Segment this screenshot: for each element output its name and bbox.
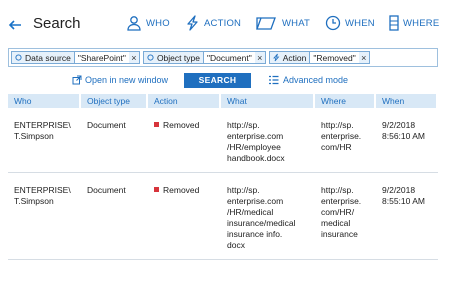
- cell-action: Removed: [148, 173, 221, 260]
- clock-icon: [325, 15, 341, 31]
- nav-when[interactable]: WHEN: [325, 15, 375, 31]
- nav-where-label: WHERE: [403, 17, 440, 29]
- nav-when-label: WHEN: [345, 17, 375, 29]
- nav-who[interactable]: WHO: [126, 15, 170, 31]
- table-header-row: Who Object type Action What Where When: [8, 94, 438, 108]
- column-header-who[interactable]: Who: [8, 94, 81, 108]
- remove-filter-icon[interactable]: ×: [255, 53, 265, 63]
- cell-who: ENTERPRISE\ T.Simpson: [8, 173, 81, 260]
- cell-where: http://sp. enterprise. com/HR/ medical i…: [315, 173, 376, 260]
- cell-who: ENTERPRISE\ T.Simpson: [8, 108, 81, 173]
- filter-field: Data source: [12, 52, 74, 63]
- cell-object-type: Document: [81, 108, 148, 173]
- cell-what: http://sp. enterprise.com /HR/employee h…: [221, 108, 315, 173]
- filter-value: "SharePoint": [73, 52, 129, 63]
- filter-circle-icon: [15, 54, 22, 61]
- filter-bar[interactable]: Data source "SharePoint" × Object type "…: [8, 48, 438, 67]
- filter-field-label: Data source: [25, 52, 71, 63]
- column-header-where[interactable]: Where: [315, 94, 376, 108]
- cell-where: http://sp. enterprise. com/HR: [315, 108, 376, 173]
- top-bar: Search WHO ACTION WHAT WHEN WHERE: [0, 0, 450, 42]
- advanced-mode-label: Advanced mode: [283, 75, 349, 85]
- column-header-what[interactable]: What: [221, 94, 315, 108]
- filter-value: "Document": [202, 52, 255, 63]
- filter-value: "Removed": [309, 52, 359, 63]
- remove-filter-icon[interactable]: ×: [359, 53, 369, 63]
- external-link-icon: [72, 75, 82, 85]
- folder-icon: [256, 17, 276, 30]
- table-row[interactable]: ENTERPRISE\ T.Simpson Document Removed h…: [8, 173, 438, 260]
- page-title: Search: [33, 15, 81, 32]
- column-header-object-type[interactable]: Object type: [81, 94, 148, 108]
- filter-chip-action[interactable]: Action "Removed" ×: [268, 51, 370, 64]
- cell-when: 9/2/2018 8:56:10 AM: [376, 108, 438, 173]
- removed-status-icon: [154, 187, 159, 192]
- nav-where[interactable]: WHERE: [389, 15, 439, 31]
- list-icon: [269, 75, 279, 85]
- cell-action-label: Removed: [163, 185, 200, 195]
- table-row[interactable]: ENTERPRISE\ T.Simpson Document Removed h…: [8, 108, 438, 173]
- nav-what[interactable]: WHAT: [256, 15, 310, 31]
- cell-what: http://sp. enterprise.com /HR/medical in…: [221, 173, 315, 260]
- server-icon: [389, 15, 399, 31]
- nav-what-label: WHAT: [282, 17, 311, 29]
- cell-object-type: Document: [81, 173, 148, 260]
- remove-filter-icon[interactable]: ×: [129, 53, 139, 63]
- search-button[interactable]: SEARCH: [184, 73, 251, 88]
- nav-action[interactable]: ACTION: [186, 15, 241, 31]
- cell-action: Removed: [148, 108, 221, 173]
- open-new-window-label: Open in new window: [85, 75, 169, 85]
- cell-action-label: Removed: [163, 120, 200, 130]
- filter-field: Action: [270, 52, 310, 63]
- removed-status-icon: [154, 122, 159, 127]
- results-table: Who Object type Action What Where When E…: [8, 94, 438, 260]
- filter-field-label: Object type: [156, 52, 200, 63]
- lightning-icon: [187, 15, 198, 31]
- nav-action-label: ACTION: [204, 17, 242, 29]
- back-arrow-icon[interactable]: [8, 18, 22, 32]
- filter-field: Object type: [144, 52, 203, 63]
- column-header-action[interactable]: Action: [148, 94, 221, 108]
- lightning-icon: [272, 53, 280, 62]
- cell-when: 9/2/2018 8:55:10 AM: [376, 173, 438, 260]
- filter-field-label: Action: [282, 52, 307, 63]
- filter-chip-object-type[interactable]: Object type "Document" ×: [142, 51, 266, 64]
- action-row: Open in new window SEARCH Advanced mode: [0, 73, 450, 89]
- open-new-window-link[interactable]: Open in new window: [72, 75, 168, 85]
- nav-who-label: WHO: [146, 17, 170, 29]
- person-icon: [127, 16, 141, 31]
- filter-circle-icon: [147, 54, 154, 61]
- column-header-when[interactable]: When: [376, 94, 438, 108]
- filter-chip-data-source[interactable]: Data source "SharePoint" ×: [11, 51, 140, 64]
- advanced-mode-link[interactable]: Advanced mode: [268, 75, 348, 85]
